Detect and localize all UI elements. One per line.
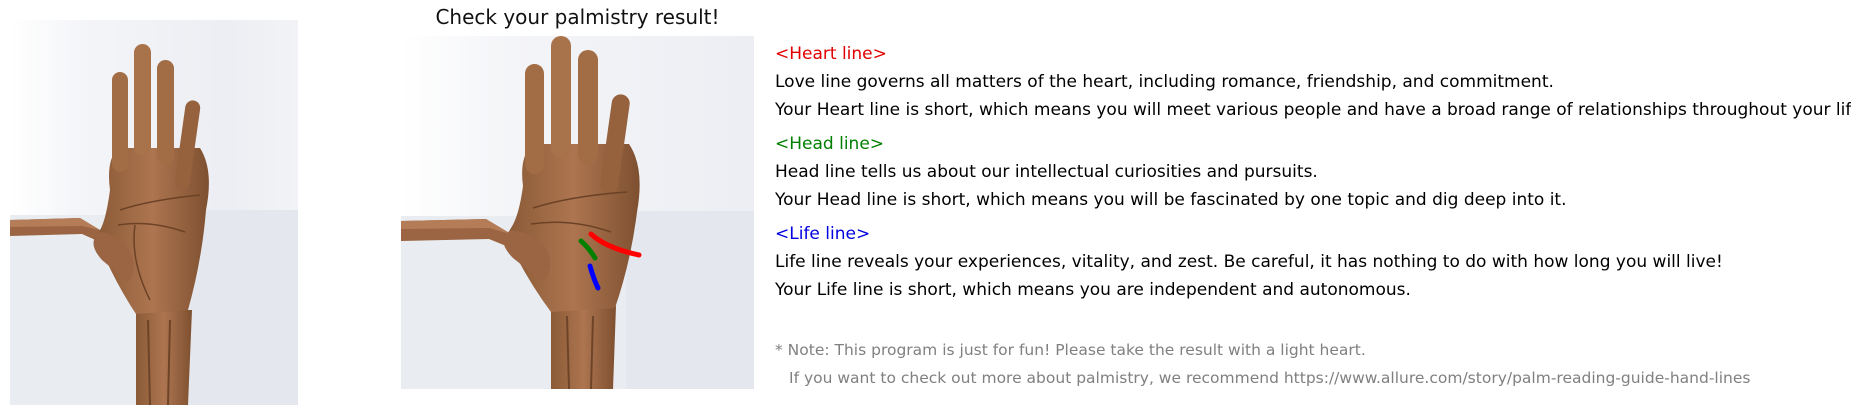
life-line-result: Your Life line is short, which means you… [775,280,1411,300]
head-line-description: Head line tells us about our intellectua… [775,162,1318,182]
page-title: Check your palmistry result! [435,5,720,29]
head-line-heading: <Head line> [775,134,885,154]
heart-line-section: <Heart line> Love line governs all matte… [775,40,1851,124]
head-line-result: Your Head line is short, which means you… [775,190,1567,210]
heart-line-result: Your Heart line is short, which means yo… [775,100,1851,120]
heart-line-description: Love line governs all matters of the hea… [775,72,1554,92]
disclaimer-note: * Note: This program is just for fun! Pl… [775,336,1750,392]
heart-line-heading: <Heart line> [775,44,887,64]
life-line-description: Life line reveals your experiences, vita… [775,252,1723,272]
original-hand-image [10,20,298,405]
palmistry-reference-line: If you want to check out more about palm… [789,369,1751,387]
annotated-hand-image [401,36,754,389]
head-line-section: <Head line> Head line tells us about our… [775,130,1845,214]
life-line-section: <Life line> Life line reveals your exper… [775,220,1845,304]
note-line: * Note: This program is just for fun! Pl… [775,341,1366,359]
life-line-heading: <Life line> [775,224,871,244]
result-panel: <Heart line> Love line governs all matte… [775,40,1851,310]
